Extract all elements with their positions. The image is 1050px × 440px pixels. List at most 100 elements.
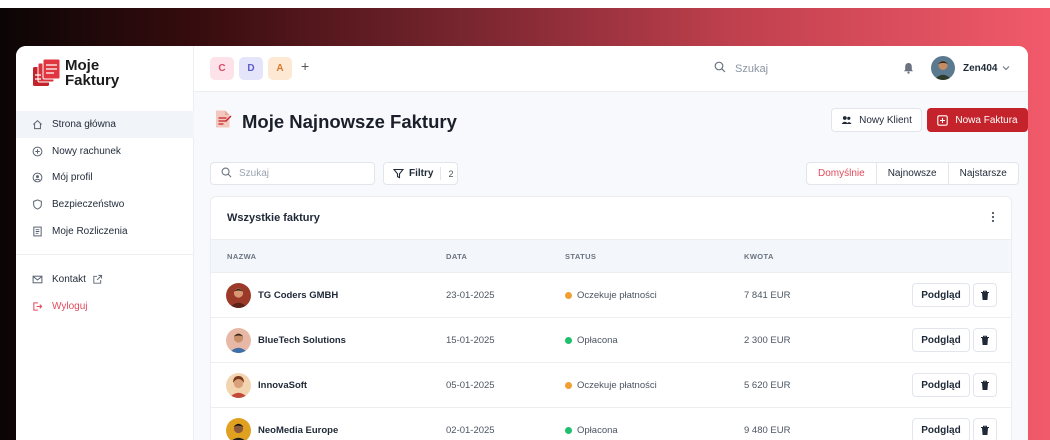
new-client-label: Nowy Klient [859, 114, 912, 126]
new-client-button[interactable]: Nowy Klient [831, 108, 922, 132]
filters-divider [440, 167, 442, 180]
workspace-a[interactable]: A [268, 57, 292, 80]
global-search-placeholder: Szukaj [735, 62, 769, 75]
user-menu[interactable]: Zen404 [931, 56, 1010, 80]
client-name: TG Coders GMBH [258, 290, 339, 301]
column-amount[interactable]: KWOTA [744, 252, 774, 261]
table-header: NAZWA DATA STATUS KWOTA [211, 239, 1011, 273]
invoice-amount: 2 300 EUR [744, 335, 791, 346]
client-avatar [226, 418, 251, 440]
logo-line1: Moje [65, 57, 100, 74]
filter-icon [393, 168, 404, 179]
invoice-amount: 9 480 EUR [744, 425, 791, 436]
logout-icon [32, 301, 43, 312]
card-title: Wszystkie faktury [227, 212, 320, 224]
sort-default[interactable]: Domyślnie [807, 163, 876, 184]
workspace-d[interactable]: D [239, 57, 263, 80]
status-dot [565, 337, 572, 344]
sidebar-item-label: Wyloguj [52, 301, 88, 312]
sidebar: Moje Faktury Strona główna Nowy rachunek [16, 46, 194, 440]
workspace-c[interactable]: C [210, 57, 234, 80]
user-circle-icon [32, 172, 43, 183]
column-status[interactable]: STATUS [565, 252, 596, 261]
table-row[interactable]: NeoMedia Europe 02-01-2025 Opłacona 9 48… [211, 408, 1011, 440]
trash-icon[interactable] [973, 418, 997, 440]
status-label: Oczekuje płatności [577, 290, 657, 301]
sort-oldest[interactable]: Najstarsze [947, 163, 1018, 184]
status-label: Oczekuje płatności [577, 380, 657, 391]
invoice-amount: 7 841 EUR [744, 290, 791, 301]
sidebar-bottom-nav: Kontakt Wyloguj [16, 266, 194, 320]
status-dot [565, 382, 572, 389]
trash-icon[interactable] [973, 328, 997, 352]
sidebar-item-settlements[interactable]: Moje Rozliczenia [16, 218, 194, 245]
chevron-down-icon [1002, 59, 1010, 77]
column-name[interactable]: NAZWA [227, 252, 257, 261]
ledger-icon [32, 226, 43, 237]
shield-icon [32, 199, 43, 210]
avatar [931, 56, 955, 80]
plus-square-icon [937, 114, 949, 126]
search-icon [714, 61, 726, 76]
table-row[interactable]: InnovaSoft 05-01-2025 Oczekuje płatności… [211, 363, 1011, 408]
status-label: Opłacona [577, 425, 618, 436]
client-avatar [226, 283, 251, 308]
sidebar-item-contact[interactable]: Kontakt [16, 266, 194, 293]
search-icon [221, 167, 232, 181]
bell-icon[interactable] [903, 61, 914, 79]
view-button[interactable]: Podgląd [912, 328, 970, 352]
status-label: Opłacona [577, 335, 618, 346]
logo[interactable]: Moje Faktury [32, 58, 119, 88]
page-title: Moje Najnowsze Faktury [242, 110, 457, 132]
client-name: InnovaSoft [258, 380, 308, 391]
invoice-date: 05-01-2025 [446, 380, 495, 391]
app-window: Moje Faktury Strona główna Nowy rachunek [16, 46, 1028, 440]
client-avatar [226, 373, 251, 398]
invoice-stack-icon [32, 58, 62, 88]
sort-newest[interactable]: Najnowsze [875, 163, 948, 184]
sidebar-item-security[interactable]: Bezpieczeństwo [16, 191, 194, 218]
sidebar-item-label: Strona główna [52, 118, 116, 130]
sidebar-item-label: Kontakt [52, 274, 86, 285]
new-invoice-label: Nowa Faktura [955, 114, 1018, 126]
sidebar-item-home[interactable]: Strona główna [16, 111, 194, 138]
filters-button[interactable]: Filtry 2 [383, 162, 458, 185]
status-badge: Opłacona [565, 425, 618, 436]
sidebar-item-new-bill[interactable]: Nowy rachunek [16, 138, 194, 165]
invoice-amount: 5 620 EUR [744, 380, 791, 391]
more-options-icon[interactable] [991, 211, 995, 224]
add-workspace-button[interactable]: + [301, 58, 309, 74]
invoices-card: Wszystkie faktury NAZWA DATA STATUS KWOT… [210, 196, 1012, 440]
filters-count: 2 [448, 168, 454, 179]
invoice-search-input[interactable]: Szukaj [210, 162, 375, 185]
external-link-icon [92, 274, 103, 285]
table-row[interactable]: TG Coders GMBH 23-01-2025 Oczekuje płatn… [211, 273, 1011, 318]
sidebar-item-logout[interactable]: Wyloguj [16, 293, 194, 320]
invoice-search-placeholder: Szukaj [239, 168, 270, 179]
status-badge: Oczekuje płatności [565, 380, 657, 391]
sidebar-divider [16, 254, 194, 255]
view-button[interactable]: Podgląd [912, 283, 970, 307]
trash-icon[interactable] [973, 283, 997, 307]
invoice-date: 02-01-2025 [446, 425, 495, 436]
sidebar-item-label: Mój profil [52, 172, 93, 184]
status-dot [565, 427, 572, 434]
status-badge: Opłacona [565, 335, 618, 346]
status-badge: Oczekuje płatności [565, 290, 657, 301]
invoice-document-icon [214, 109, 232, 134]
top-bar: C D A + Szukaj Zen404 [194, 46, 1028, 92]
new-invoice-button[interactable]: Nowa Faktura [927, 108, 1028, 132]
view-button[interactable]: Podgląd [912, 373, 970, 397]
column-date[interactable]: DATA [446, 252, 467, 261]
home-icon [32, 119, 43, 130]
plus-circle-icon [32, 146, 43, 157]
global-search[interactable]: Szukaj [714, 61, 768, 76]
view-button[interactable]: Podgląd [912, 418, 970, 440]
sidebar-item-label: Moje Rozliczenia [52, 226, 128, 238]
trash-icon[interactable] [973, 373, 997, 397]
sidebar-item-profile[interactable]: Mój profil [16, 165, 194, 192]
invoice-date: 15-01-2025 [446, 335, 495, 346]
sidebar-item-label: Nowy rachunek [52, 145, 121, 157]
user-name: Zen404 [963, 62, 998, 74]
table-row[interactable]: BlueTech Solutions 15-01-2025 Opłacona 2… [211, 318, 1011, 363]
